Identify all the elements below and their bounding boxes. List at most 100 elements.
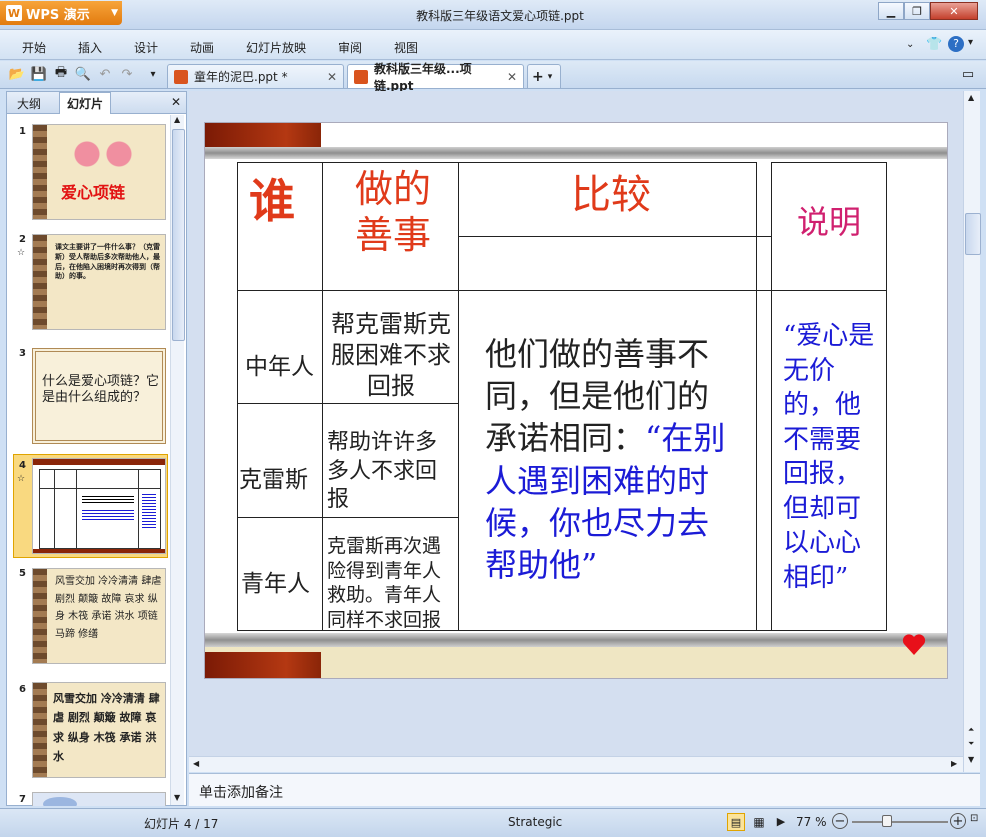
menu-slideshow[interactable]: 幻灯片放映 xyxy=(246,39,306,56)
notes-placeholder[interactable]: 单击添加备注 xyxy=(199,782,283,802)
zoom-slider-track[interactable] xyxy=(852,821,948,823)
close-window-button[interactable]: ✕ xyxy=(930,2,978,20)
window-title: 教科版三年级语文爱心项链.ppt xyxy=(416,9,584,23)
scrollbar-thumb[interactable] xyxy=(965,213,981,255)
slide-number: 2 xyxy=(19,234,26,245)
close-tab-icon[interactable]: ✕ xyxy=(507,70,517,84)
scroll-down-icon[interactable]: ▼ xyxy=(968,755,974,764)
slide-number: 5 xyxy=(19,568,26,579)
tab-label: 童年的泥巴.ppt * xyxy=(194,70,288,84)
previous-slide-icon[interactable]: ⏶ xyxy=(968,725,974,735)
row-who-3: 青年人 xyxy=(241,571,310,597)
menu-view[interactable]: 视图 xyxy=(394,39,418,56)
close-icon: ✕ xyxy=(949,4,959,18)
status-bar: 幻灯片 4 / 17 Strategic ▤ ▦ ▶ 77 % − + ⊡ xyxy=(0,808,986,837)
header-subcell xyxy=(756,236,772,291)
zoom-out-icon[interactable]: − xyxy=(832,813,848,829)
table-cell xyxy=(237,403,323,518)
slide-thumbnail-7[interactable] xyxy=(32,792,166,806)
scroll-down-icon[interactable]: ▼ xyxy=(174,793,180,802)
row-who-2: 克雷斯 xyxy=(239,467,308,493)
header-compare: 比较 xyxy=(571,172,651,218)
slide-number: 1 xyxy=(19,126,26,137)
help-dropdown-icon[interactable]: ▾ xyxy=(968,37,973,48)
header-explain: 说明 xyxy=(797,203,862,241)
tab-slides[interactable]: 幻灯片 xyxy=(59,92,111,114)
slide-thumbnail-2[interactable]: 课文主要讲了一件什么事？（克雷斯）受人帮助后多次帮助他人，最后，在他陷入困境时再… xyxy=(32,234,166,330)
minimize-icon: ▁ xyxy=(886,4,896,18)
scrollbar-thumb[interactable] xyxy=(172,129,185,341)
close-tab-icon[interactable]: ✕ xyxy=(327,70,337,84)
animation-star-icon: ☆ xyxy=(17,248,26,258)
close-pane-icon[interactable]: ✕ xyxy=(171,95,181,109)
toolbar-dropdown-icon[interactable]: ▾ xyxy=(145,66,161,82)
normal-view-icon[interactable]: ▤ xyxy=(727,813,745,831)
wps-app-menu-button[interactable]: W WPS 演示 ▼ xyxy=(0,1,122,25)
new-tab-button[interactable]: + ▾ xyxy=(527,64,561,88)
skin-icon[interactable]: 👕 xyxy=(926,37,942,52)
menu-review[interactable]: 审阅 xyxy=(338,39,362,56)
slide-thumbnail-1[interactable]: 爱心项链 xyxy=(32,124,166,220)
menu-animation[interactable]: 动画 xyxy=(190,39,214,56)
save-icon[interactable]: 💾 xyxy=(31,66,47,82)
pane-tabs: 大纲 幻灯片 ✕ xyxy=(7,92,186,114)
row-deed-2: 帮助许许多多人不求回报 xyxy=(327,430,438,513)
plus-icon: + xyxy=(532,68,544,85)
table-cell xyxy=(756,290,772,631)
restore-icon: ❐ xyxy=(912,4,922,18)
maximize-button[interactable]: ❐ xyxy=(904,2,930,20)
zoom-slider-handle[interactable] xyxy=(882,815,892,827)
minimize-button[interactable]: ▁ xyxy=(878,2,904,20)
ppt-file-icon xyxy=(354,69,368,84)
tab-document-1[interactable]: 童年的泥巴.ppt * ✕ xyxy=(167,64,344,88)
window-layout-icon[interactable]: ▭ xyxy=(960,66,976,82)
slide-number: 4 xyxy=(19,460,26,471)
help-icon[interactable]: ? xyxy=(948,36,964,52)
notes-pane[interactable]: 单击添加备注 xyxy=(189,773,980,806)
hearts-picture xyxy=(63,139,143,169)
slides-pane: 大纲 幻灯片 ✕ 1 爱心项链 2 ☆ 课文主要讲了一件什么事？（克雷斯）受人帮… xyxy=(6,91,187,806)
chevron-down-icon: ▼ xyxy=(111,8,118,18)
slide-number: 6 xyxy=(19,684,26,695)
menu-home[interactable]: 开始 xyxy=(22,39,46,56)
slide-number: 7 xyxy=(19,794,26,805)
ribbon-collapse-icon[interactable]: ⌄ xyxy=(906,39,914,50)
slide-vertical-scrollbar[interactable]: ▲ ⏶ ⏷ ▼ xyxy=(963,91,981,772)
print-icon[interactable]: 🖶 xyxy=(53,65,69,82)
slide-canvas[interactable]: 谁 做的善事 比较 说明 中年人 帮克雷斯克服困难不求回报 克雷斯 帮助许许多多… xyxy=(205,123,947,678)
scroll-right-icon[interactable]: ▶ xyxy=(951,759,957,768)
slide-thumbnail-6[interactable]: 风雪交加 冷冷清清 肆虐 剧烈 颠簸 故障 哀求 纵身 木筏 承诺 洪水 xyxy=(32,682,166,778)
thumb-title: 爱心项链 xyxy=(61,183,126,202)
print-preview-icon[interactable]: 🔍 xyxy=(75,66,91,82)
slides-pane-scrollbar[interactable]: ▲ ▼ xyxy=(170,115,185,805)
zoom-in-icon[interactable]: + xyxy=(950,813,966,829)
redo-icon[interactable]: ↷ xyxy=(119,66,135,82)
tab-document-2[interactable]: 教科版三年级...项链.ppt ✕ xyxy=(347,62,524,93)
animation-star-icon: ☆ xyxy=(17,474,26,484)
row-deed-3: 克雷斯再次遇险得到青年人救助。青年人同样不求回报 xyxy=(327,535,442,630)
tab-outline[interactable]: 大纲 xyxy=(17,95,41,112)
zoom-level: 77 % xyxy=(796,815,827,829)
slide-counter: 幻灯片 4 / 17 xyxy=(144,817,219,831)
wps-logo-icon: W xyxy=(6,5,22,21)
slideshow-icon[interactable]: ▶ xyxy=(772,813,790,831)
next-slide-icon[interactable]: ⏷ xyxy=(968,739,974,749)
row-deed-1: 帮克雷斯克服困难不求回报 xyxy=(331,310,451,401)
slide-sorter-icon[interactable]: ▦ xyxy=(750,813,768,831)
scroll-up-icon[interactable]: ▲ xyxy=(174,115,180,124)
open-folder-icon[interactable]: 📂 xyxy=(9,66,25,82)
menu-design[interactable]: 设计 xyxy=(134,39,158,56)
slide-thumbnail-3[interactable]: 什么是爱心项链？它是由什么组成的？ xyxy=(32,348,166,444)
scroll-left-icon[interactable]: ◀ xyxy=(193,759,199,768)
fit-window-icon[interactable]: ⊡ xyxy=(970,813,982,829)
header-who: 谁 xyxy=(249,174,295,228)
slide-horizontal-scrollbar[interactable]: ◀ ▶ xyxy=(189,756,963,772)
slide-thumbnail-5[interactable]: 风雪交加 冷冷清清 肆虐 剧烈 颠簸 故障 哀求 纵身 木筏 承诺 洪水 项链 … xyxy=(32,568,166,664)
header-subcell xyxy=(458,236,757,291)
theme-name: Strategic xyxy=(508,815,563,829)
undo-icon[interactable]: ↶ xyxy=(97,66,113,82)
scroll-up-icon[interactable]: ▲ xyxy=(968,93,974,102)
tab-label: 教科版三年级...项链.ppt xyxy=(374,61,472,93)
menu-insert[interactable]: 插入 xyxy=(78,39,102,56)
slide-thumbnail-4[interactable] xyxy=(32,458,166,554)
